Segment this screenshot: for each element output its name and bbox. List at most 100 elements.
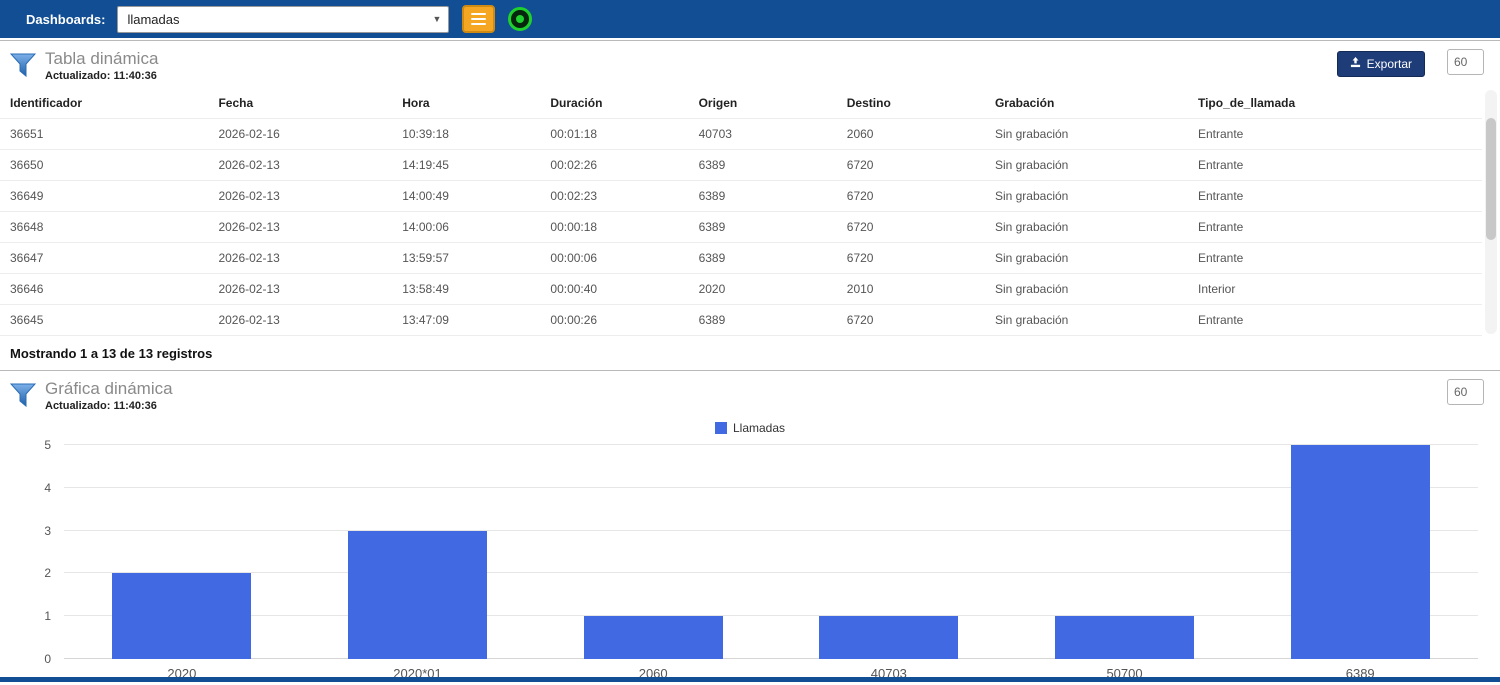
y-axis-tick: 3 <box>44 524 51 538</box>
table-cell: 2026-02-13 <box>210 243 394 274</box>
table-cell: 36648 <box>0 212 210 243</box>
y-axis-tick: 1 <box>44 609 51 623</box>
table-cell: 36649 <box>0 181 210 212</box>
table-panel-title: Tabla dinámica <box>45 49 158 69</box>
bar-50700[interactable] <box>1055 616 1194 659</box>
table-cell: Entrante <box>1190 305 1482 336</box>
table-cell: 40703 <box>691 119 839 150</box>
table-cell: 2026-02-13 <box>210 305 394 336</box>
export-button[interactable]: Exportar <box>1337 51 1425 77</box>
table-cell: Sin grabación <box>987 212 1190 243</box>
table-cell: 6720 <box>839 150 987 181</box>
records-count-label: Mostrando 1 a 13 de 13 registros <box>0 336 1500 370</box>
table-cell: 00:00:18 <box>542 212 690 243</box>
table-cell: 6389 <box>691 305 839 336</box>
table-row[interactable]: 366492026-02-1314:00:4900:02:2363896720S… <box>0 181 1482 212</box>
bar-slot <box>1242 445 1478 659</box>
bar-2060[interactable] <box>584 616 723 659</box>
export-icon <box>1350 57 1361 71</box>
table-row[interactable]: 366452026-02-1313:47:0900:00:2663896720S… <box>0 305 1482 336</box>
filter-icon[interactable] <box>10 52 36 78</box>
column-header-identificador[interactable]: Identificador <box>0 88 210 119</box>
table-row[interactable]: 366462026-02-1313:58:4900:00:4020202010S… <box>0 274 1482 305</box>
table-cell: Entrante <box>1190 150 1482 181</box>
chevron-down-icon: ▼ <box>433 14 442 24</box>
bar-6389[interactable] <box>1291 445 1430 659</box>
bar-2020-01[interactable] <box>348 531 487 659</box>
chart-refresh-interval-input[interactable] <box>1447 379 1484 405</box>
bar-chart: 012345 20202020*01206040703507006389 <box>0 445 1500 685</box>
legend-label: Llamadas <box>733 421 785 435</box>
y-axis-tick: 4 <box>44 481 51 495</box>
table-cell: 36646 <box>0 274 210 305</box>
table-cell: Entrante <box>1190 181 1482 212</box>
column-header-tipo-de-llamada[interactable]: Tipo_de_llamada <box>1190 88 1482 119</box>
dashboard-select-value: llamadas <box>127 12 179 27</box>
calls-table: IdentificadorFechaHoraDuraciónOrigenDest… <box>0 88 1482 336</box>
table-scrollbar[interactable] <box>1485 90 1497 334</box>
y-axis-tick: 5 <box>44 438 51 452</box>
table-row[interactable]: 366482026-02-1314:00:0600:00:1863896720S… <box>0 212 1482 243</box>
table-cell: 10:39:18 <box>394 119 542 150</box>
column-header-origen[interactable]: Origen <box>691 88 839 119</box>
dashboard-select[interactable]: llamadas ▼ <box>117 6 449 33</box>
chart-panel: Gráfica dinámica Actualizado: 11:40:36 L… <box>0 371 1500 685</box>
bar-slot <box>535 445 771 659</box>
y-axis-tick: 0 <box>44 652 51 666</box>
table-updated-label: Actualizado: 11:40:36 <box>45 70 158 82</box>
table-cell: 13:59:57 <box>394 243 542 274</box>
table-cell: 00:01:18 <box>542 119 690 150</box>
table-header-row: IdentificadorFechaHoraDuraciónOrigenDest… <box>0 88 1482 119</box>
bar-2020[interactable] <box>112 573 251 659</box>
table-cell: 14:19:45 <box>394 150 542 181</box>
table-cell: Entrante <box>1190 119 1482 150</box>
legend-color-swatch <box>715 422 727 434</box>
bottom-bar <box>0 677 1500 682</box>
chart-legend[interactable]: Llamadas <box>0 414 1500 437</box>
table-cell: 00:00:40 <box>542 274 690 305</box>
table-cell: 6389 <box>691 212 839 243</box>
table-cell: 36650 <box>0 150 210 181</box>
filter-icon[interactable] <box>10 382 36 408</box>
table-cell: 36647 <box>0 243 210 274</box>
column-header-duraci-n[interactable]: Duración <box>542 88 690 119</box>
table-refresh-interval-input[interactable] <box>1447 49 1484 75</box>
table-cell: 6389 <box>691 150 839 181</box>
table-panel-header: Tabla dinámica Actualizado: 11:40:36 Exp… <box>0 41 1500 84</box>
bar-40703[interactable] <box>819 616 958 659</box>
table-cell: 00:02:23 <box>542 181 690 212</box>
chart-panel-titles: Gráfica dinámica Actualizado: 11:40:36 <box>45 379 173 412</box>
table-cell: Sin grabación <box>987 243 1190 274</box>
table-row[interactable]: 366512026-02-1610:39:1800:01:18407032060… <box>0 119 1482 150</box>
table-cell: 2026-02-16 <box>210 119 394 150</box>
table-panel-titles: Tabla dinámica Actualizado: 11:40:36 <box>45 49 158 82</box>
chart-updated-label: Actualizado: 11:40:36 <box>45 400 173 412</box>
y-axis-tick: 2 <box>44 566 51 580</box>
top-bar: Dashboards: llamadas ▼ <box>0 0 1500 40</box>
table-cell: 36651 <box>0 119 210 150</box>
table-wrap: IdentificadorFechaHoraDuraciónOrigenDest… <box>0 88 1500 336</box>
list-icon <box>471 10 486 28</box>
table-cell: Entrante <box>1190 212 1482 243</box>
table-cell: 2026-02-13 <box>210 212 394 243</box>
export-button-label: Exportar <box>1367 57 1412 71</box>
column-header-fecha[interactable]: Fecha <box>210 88 394 119</box>
table-cell: Sin grabación <box>987 119 1190 150</box>
dashboard-app: Dashboards: llamadas ▼ Tabla dinámica Ac… <box>0 0 1500 685</box>
chart-panel-title: Gráfica dinámica <box>45 379 173 399</box>
table-cell: Sin grabación <box>987 305 1190 336</box>
table-cell: Entrante <box>1190 243 1482 274</box>
column-header-hora[interactable]: Hora <box>394 88 542 119</box>
menu-button[interactable] <box>462 5 495 33</box>
table-cell: 36645 <box>0 305 210 336</box>
table-row[interactable]: 366502026-02-1314:19:4500:02:2663896720S… <box>0 150 1482 181</box>
column-header-destino[interactable]: Destino <box>839 88 987 119</box>
table-row[interactable]: 366472026-02-1313:59:5700:00:0663896720S… <box>0 243 1482 274</box>
bar-slot <box>64 445 300 659</box>
table-cell: Sin grabación <box>987 274 1190 305</box>
record-status-button[interactable] <box>508 7 532 31</box>
table-scrollbar-thumb[interactable] <box>1486 118 1496 240</box>
table-cell: Sin grabación <box>987 150 1190 181</box>
column-header-grabaci-n[interactable]: Grabación <box>987 88 1190 119</box>
table-header-actions: Exportar <box>1337 49 1484 77</box>
